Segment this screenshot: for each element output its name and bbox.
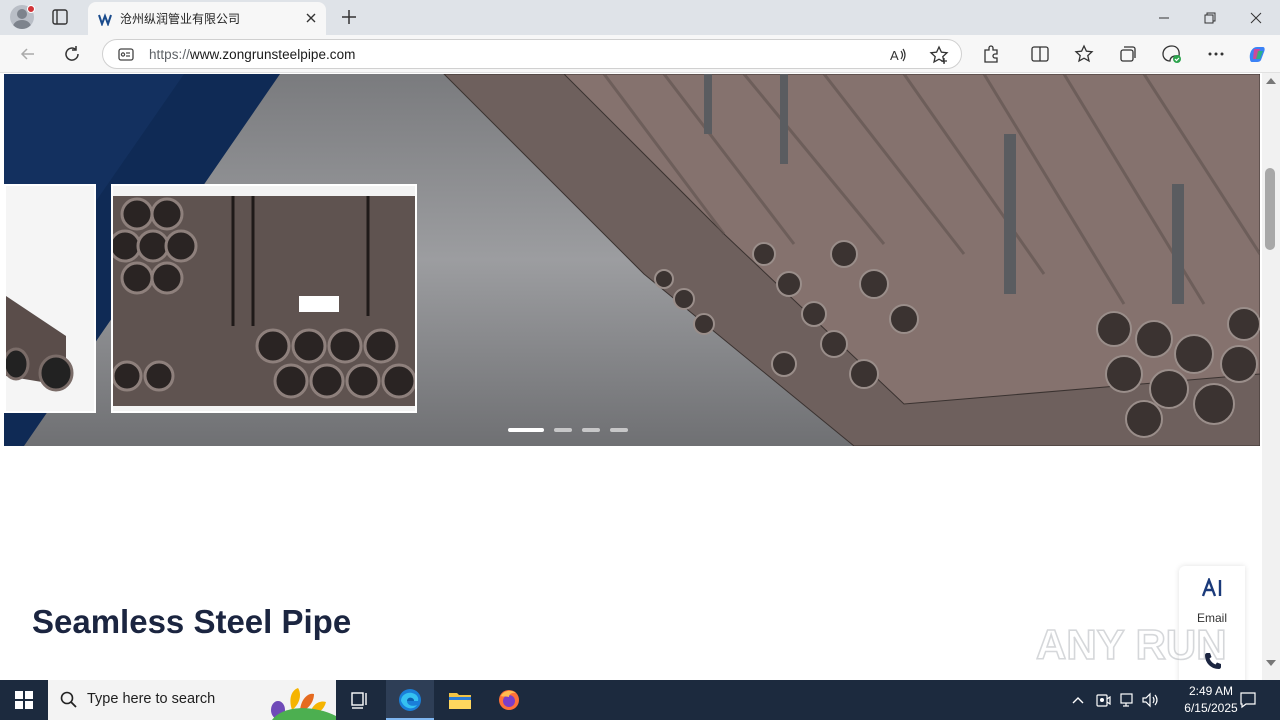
refresh-icon[interactable] (60, 42, 84, 66)
carousel-dot-4[interactable] (610, 428, 628, 432)
carousel-dot-3[interactable] (582, 428, 600, 432)
close-icon[interactable] (304, 11, 318, 25)
url-host: www.zongrunsteelpipe.com (189, 47, 356, 62)
scroll-down-arrow[interactable] (1266, 660, 1276, 666)
search-placeholder: Type here to search (87, 691, 216, 707)
browser-essentials-icon[interactable] (1161, 43, 1183, 65)
search-icon (60, 691, 78, 709)
tab-actions-icon[interactable] (50, 7, 70, 27)
read-aloud-icon[interactable]: A (889, 45, 909, 65)
browser-titlebar: 沧州纵润管业有限公司 (0, 0, 1280, 35)
search-highlight-art (252, 680, 336, 720)
address-bar[interactable]: https://www.zongrunsteelpipe.com A (102, 39, 962, 69)
edge-icon[interactable] (386, 680, 434, 720)
profile-notification-dot (27, 5, 35, 13)
close-window-icon[interactable] (1233, 0, 1279, 35)
copilot-icon[interactable] (1246, 43, 1268, 65)
hero-carousel[interactable] (4, 74, 1260, 446)
task-view-icon[interactable] (336, 680, 384, 720)
more-icon[interactable] (1205, 43, 1227, 65)
extensions-icon[interactable] (980, 43, 1002, 65)
favorite-add-icon[interactable] (929, 45, 949, 65)
scroll-thumb[interactable] (1265, 168, 1275, 250)
tab-title: 沧州纵润管业有限公司 (120, 12, 241, 26)
carousel-dots (508, 428, 628, 432)
windows-taskbar: Type here to search 2:49 AM 6/15/2025 (0, 680, 1280, 720)
site-info-icon[interactable] (117, 46, 135, 64)
carousel-dot-2[interactable] (554, 428, 572, 432)
anyrun-watermark: ANY RUN (1035, 609, 1236, 671)
svg-text:A: A (890, 48, 899, 63)
notification-icon[interactable] (1238, 690, 1258, 710)
site-favicon (98, 12, 112, 27)
page-viewport: Seamless Steel Pipe Email ANY RUN (0, 73, 1280, 680)
scroll-up-arrow[interactable] (1266, 78, 1276, 84)
file-explorer-icon[interactable] (436, 680, 484, 720)
meet-now-icon[interactable] (1093, 690, 1113, 710)
page-scrollbar[interactable] (1262, 73, 1280, 680)
network-icon[interactable] (1117, 690, 1137, 710)
windows-start-icon[interactable] (0, 680, 48, 720)
split-screen-icon[interactable] (1029, 43, 1051, 65)
browser-tab-active[interactable]: 沧州纵润管业有限公司 (88, 2, 326, 35)
browser-toolbar: https://www.zongrunsteelpipe.com A (0, 35, 1280, 73)
restore-icon[interactable] (1187, 0, 1233, 35)
carousel-thumbnail-prev[interactable] (4, 184, 96, 413)
favorites-icon[interactable] (1073, 43, 1095, 65)
taskbar-search-box[interactable]: Type here to search (48, 680, 336, 720)
collections-icon[interactable] (1117, 43, 1139, 65)
ai-icon[interactable] (1201, 576, 1225, 598)
back-icon[interactable] (16, 42, 40, 66)
chevron-up-icon[interactable] (1068, 690, 1088, 710)
carousel-thumbnail-current[interactable] (111, 184, 417, 413)
watermark-text: ANY RUN (1036, 621, 1227, 668)
plus-icon[interactable] (338, 6, 360, 28)
url-text[interactable]: https://www.zongrunsteelpipe.com (149, 47, 355, 62)
firefox-icon[interactable] (485, 680, 533, 720)
carousel-dot-1[interactable] (508, 428, 544, 432)
url-scheme: https:// (149, 47, 190, 62)
minimize-icon[interactable] (1141, 0, 1187, 35)
volume-icon[interactable] (1141, 690, 1161, 710)
section-title: Seamless Steel Pipe (32, 603, 352, 640)
